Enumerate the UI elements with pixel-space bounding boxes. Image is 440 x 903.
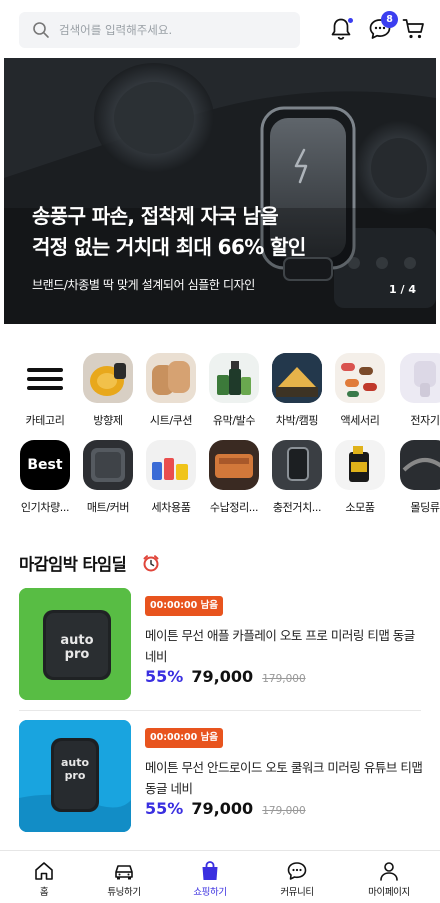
- category-image: [400, 353, 440, 403]
- cart-button[interactable]: [401, 16, 427, 42]
- deal-item[interactable]: auto pro 00:00:00 남음 메이튼 무선 안드로이드 오토 쿨워크…: [19, 720, 423, 832]
- category-image: [209, 353, 259, 403]
- search-icon: [33, 22, 49, 38]
- category-image: [335, 440, 385, 490]
- hero-banner[interactable]: 송풍구 파손, 접착제 자국 남을 걱정 없는 거치대 최대 66% 할인 브랜…: [4, 58, 436, 324]
- svg-text:pro: pro: [65, 769, 86, 782]
- category-image: [83, 353, 133, 403]
- nav-community[interactable]: 커뮤니티: [253, 851, 341, 903]
- discount-rate: 55%: [145, 799, 184, 818]
- divider: [19, 710, 421, 711]
- category-image: [83, 440, 133, 490]
- chat-badge: 8: [381, 11, 398, 28]
- category-image: [209, 440, 259, 490]
- discount-rate: 55%: [145, 667, 184, 686]
- product-image: auto pro: [19, 588, 131, 700]
- product-name: 메이튼 무선 안드로이드 오토 쿨워크 미러링 유튜브 티맵 동글 네비: [145, 760, 423, 796]
- category-image: [335, 353, 385, 403]
- category-image: [400, 440, 440, 490]
- top-header: 8: [0, 0, 440, 58]
- nav-tuning[interactable]: 튜닝하기: [80, 851, 168, 903]
- deal-item[interactable]: auto pro 00:00:00 남음 메이튼 무선 애플 카플레이 오토 프…: [19, 588, 423, 700]
- product-name: 메이튼 무선 애플 카플레이 오토 프로 미러링 티맵 동글 네비: [145, 628, 415, 664]
- section-title: 마감임박 타임딜: [19, 555, 127, 574]
- svg-text:auto: auto: [60, 633, 93, 648]
- shopping-bag-icon: [202, 861, 218, 880]
- category-image: [272, 440, 322, 490]
- bottom-navigation: 홈 튜닝하기 쇼핑하기 커뮤니티 마이페이지: [0, 850, 440, 903]
- category-image: [146, 440, 196, 490]
- person-icon: [380, 862, 398, 881]
- nav-mypage[interactable]: 마이페이지: [345, 851, 433, 903]
- category-image: [272, 353, 322, 403]
- svg-text:pro: pro: [65, 647, 90, 662]
- search-bar[interactable]: [19, 12, 300, 48]
- cart-icon: [402, 19, 424, 39]
- sale-price: 79,000: [191, 799, 254, 818]
- chat-button[interactable]: 8: [367, 11, 398, 42]
- deal-timer: 00:00:00 남음: [145, 728, 224, 748]
- home-icon: [35, 862, 53, 880]
- product-image: auto pro: [19, 720, 131, 832]
- category-image: [146, 353, 196, 403]
- car-icon: [115, 865, 133, 880]
- notification-dot: [348, 18, 353, 23]
- hero-pagination: 1 / 4: [389, 283, 416, 296]
- menu-icon: [20, 353, 70, 403]
- alarm-clock-icon: [143, 555, 159, 572]
- nav-home[interactable]: 홈: [0, 851, 88, 903]
- svg-text:auto: auto: [61, 756, 90, 769]
- hero-title: 송풍구 파손, 접착제 자국 남을 걱정 없는 거치대 최대 66% 할인: [32, 204, 306, 259]
- price-row: 55% 79,000 179,000: [145, 799, 306, 818]
- community-icon: [287, 862, 307, 880]
- nav-shopping[interactable]: 쇼핑하기: [166, 851, 254, 903]
- original-price: 179,000: [262, 805, 306, 817]
- sale-price: 79,000: [191, 667, 254, 686]
- original-price: 179,000: [262, 673, 306, 685]
- best-badge: Best: [20, 440, 70, 490]
- hero-subtitle: 브랜드/차종별 딱 맞게 설계되어 심플한 디자인: [32, 278, 255, 292]
- deal-timer: 00:00:00 남음: [145, 596, 224, 616]
- search-input[interactable]: [59, 12, 294, 48]
- notification-button[interactable]: [328, 16, 354, 42]
- price-row: 55% 79,000 179,000: [145, 667, 306, 686]
